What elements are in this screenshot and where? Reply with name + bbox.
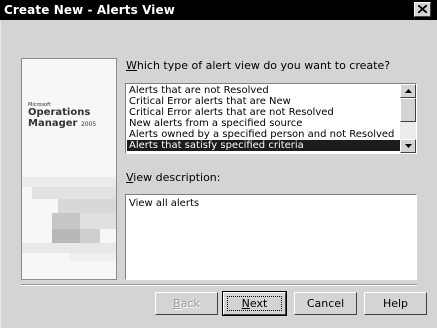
- description-label-text: iew description:: [133, 171, 221, 184]
- list-scrollbar[interactable]: [400, 84, 416, 153]
- alert-type-question: Which type of alert view do you want to …: [126, 59, 390, 72]
- close-button[interactable]: [414, 2, 431, 17]
- cancel-button[interactable]: Cancel: [294, 292, 357, 315]
- back-button[interactable]: Back: [155, 292, 218, 315]
- product-banner: Microsoft Operations Manager 2005: [21, 58, 117, 280]
- alert-type-option[interactable]: New alerts from a specified source: [127, 118, 401, 129]
- alert-type-listbox[interactable]: Alerts that are not Resolved Critical Er…: [125, 83, 417, 154]
- next-button[interactable]: Next: [222, 291, 287, 316]
- alert-type-list: Alerts that are not Resolved Critical Er…: [127, 85, 401, 152]
- alert-type-option-selected[interactable]: Alerts that satisfy specified criteria: [127, 140, 401, 151]
- close-icon: [418, 5, 427, 13]
- alert-type-option[interactable]: Critical Error alerts that are not Resol…: [127, 107, 401, 118]
- view-description-label: View description:: [126, 171, 220, 184]
- decor-tile: [52, 213, 80, 229]
- alert-type-option[interactable]: Alerts that are not Resolved: [127, 85, 401, 96]
- arrow-up-icon: [405, 89, 412, 93]
- decor-tile: [32, 187, 116, 199]
- decor-tile: [58, 199, 116, 213]
- help-button[interactable]: Help: [364, 292, 427, 315]
- brand-year: 2005: [80, 121, 97, 128]
- question-text: hich type of alert view do you want to c…: [136, 59, 391, 72]
- decor-tile: [80, 229, 100, 243]
- title-bar[interactable]: Create New - Alerts View: [0, 0, 437, 20]
- window-title: Create New - Alerts View: [4, 3, 175, 17]
- scroll-down-button[interactable]: [400, 139, 416, 153]
- arrow-down-icon: [405, 144, 412, 148]
- decor-tile: [70, 253, 116, 261]
- product-logo: Microsoft Operations Manager 2005: [28, 102, 96, 130]
- decor-tile: [22, 177, 116, 187]
- alert-type-option[interactable]: Critical Error alerts that are New: [127, 96, 401, 107]
- scroll-up-button[interactable]: [400, 84, 416, 98]
- scroll-thumb[interactable]: [400, 98, 416, 122]
- button-divider: [21, 284, 417, 286]
- view-description-box: View all alerts: [125, 194, 417, 280]
- create-alerts-view-dialog: Create New - Alerts View Microsoft Opera…: [0, 0, 437, 328]
- decor-tile: [22, 243, 116, 253]
- question-mnemonic: W: [126, 59, 137, 72]
- view-description-text: View all alerts: [129, 198, 200, 209]
- brand-product-line1: Operations: [28, 107, 91, 118]
- decor-tile: [52, 229, 80, 243]
- back-label: ack: [180, 297, 200, 310]
- back-mnemonic: B: [173, 297, 181, 310]
- alert-type-option[interactable]: Alerts owned by a specified person and n…: [127, 129, 401, 140]
- decor-tile: [80, 213, 116, 229]
- focus-ring: [227, 296, 282, 311]
- brand-product-line2: Manager: [28, 118, 78, 129]
